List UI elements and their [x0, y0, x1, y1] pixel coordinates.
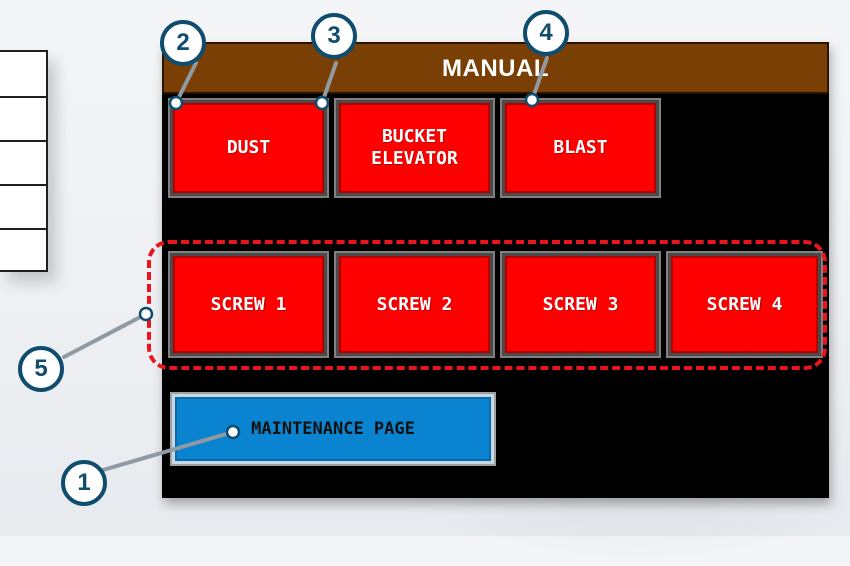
callout-4-badge: 4	[523, 10, 569, 56]
side-panel-divider	[0, 140, 46, 142]
side-panel-divider	[0, 96, 46, 98]
side-panel-partial	[0, 50, 48, 272]
screw-3-button[interactable]: SCREW 3	[502, 253, 659, 356]
bucket-elevator-button[interactable]: BUCKET ELEVATOR	[336, 100, 493, 196]
callout-2-badge: 2	[160, 20, 206, 66]
screw-1-button[interactable]: SCREW 1	[170, 253, 327, 356]
side-panel-divider	[0, 184, 46, 186]
callout-5-badge: 5	[18, 346, 64, 392]
screw-2-button[interactable]: SCREW 2	[336, 253, 493, 356]
callout-1-badge: 1	[61, 460, 107, 506]
dust-button[interactable]: DUST	[170, 100, 327, 196]
blast-button[interactable]: BLAST	[502, 100, 659, 196]
side-panel-divider	[0, 228, 46, 230]
screw-4-button[interactable]: SCREW 4	[668, 253, 821, 356]
hmi-screen: MANUAL DUST BUCKET ELEVATOR BLAST SCREW …	[162, 42, 829, 498]
callout-5-leader	[62, 312, 148, 359]
screen-title: MANUAL	[162, 42, 829, 94]
maintenance-page-button[interactable]: MAINTENANCE PAGE	[172, 394, 494, 464]
callout-3-badge: 3	[311, 13, 357, 59]
callout-5-anchor	[138, 306, 154, 322]
